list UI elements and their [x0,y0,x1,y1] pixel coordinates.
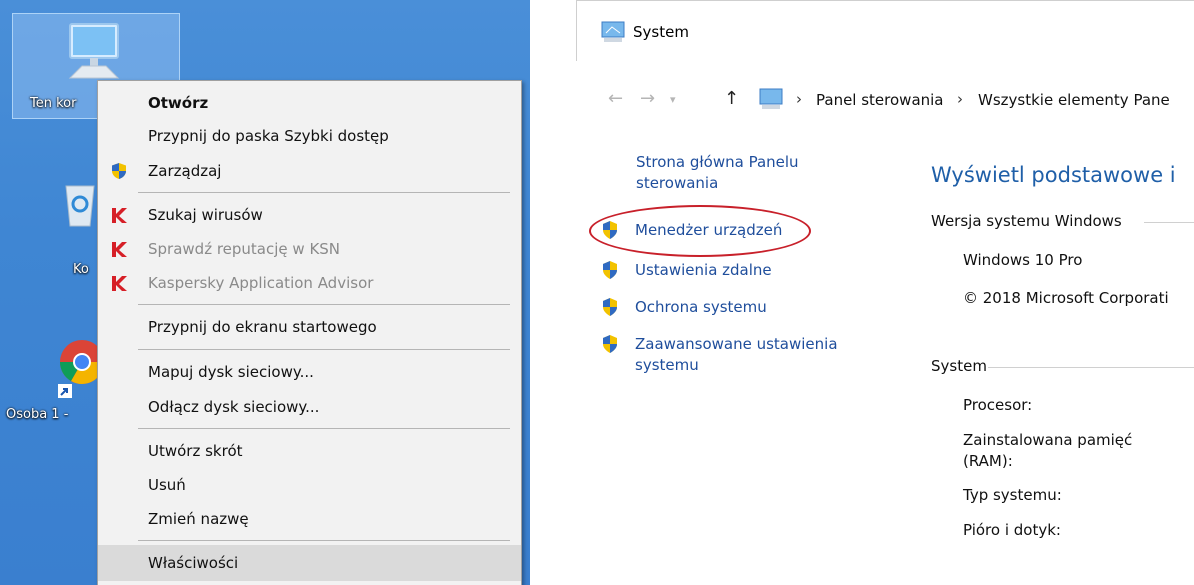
group-label-edition: Wersja systemu Windows [931,212,1122,230]
menu-item-delete[interactable]: Usuń [98,468,521,502]
link-line: Zaawansowane ustawienia [635,335,838,353]
menu-item-label: Mapuj dysk sieciowy... [148,363,314,381]
ram-label-line: (RAM): [963,452,1013,470]
menu-item-map-drive[interactable]: Mapuj dysk sieciowy... [98,355,521,389]
kaspersky-icon [110,206,128,224]
copyright-text: © 2018 Microsoft Corporati [963,289,1169,307]
menu-item-create-shortcut[interactable]: Utwórz skrót [98,434,521,468]
back-icon[interactable]: ← [608,88,623,109]
desktop-icon-label: Ko [73,262,89,277]
uac-shield-icon [601,334,619,354]
ram-label: Zainstalowana pamięć (RAM): [963,430,1132,472]
system-window: System ← → ▾ ↑ › Panel sterowania › Wszy… [576,0,1194,585]
forward-icon[interactable]: → [640,88,655,109]
address-bar: ← → ▾ ↑ › Panel sterowania › Wszystkie e… [576,82,1194,118]
chevron-right-icon: › [796,90,802,108]
pen-touch-label: Pióro i dotyk: [963,521,1061,539]
menu-item-properties[interactable]: Właściwości [98,545,521,581]
shortcut-arrow-icon [58,384,72,398]
sidebar-link-remote-settings[interactable]: Ustawienia zdalne [635,260,772,281]
context-menu: Otwórz Przypnij do paska Szybki dostęp Z… [97,80,522,585]
menu-separator [138,428,510,429]
chevron-down-icon[interactable]: ▾ [670,93,676,106]
link-line: Ustawienia zdalne [635,261,772,279]
menu-item-pin-quick-access[interactable]: Przypnij do paska Szybki dostęp [98,119,521,153]
link-line: systemu [635,356,699,374]
chevron-right-icon: › [957,90,963,108]
uac-shield-icon [110,162,128,180]
breadcrumb-all-items[interactable]: Wszystkie elementy Pane [978,91,1170,109]
link-line: Menedżer urządzeń [635,221,783,239]
ram-label-line: Zainstalowana pamięć [963,431,1133,449]
menu-separator [138,540,510,541]
kaspersky-icon [110,274,128,292]
menu-item-pin-start[interactable]: Przypnij do ekranu startowego [98,310,521,344]
menu-item-label: Usuń [148,476,186,494]
link-line: Strona główna Panelu [636,153,799,171]
desktop-icon-label: Ten kor [30,96,77,111]
menu-item-check-ksn[interactable]: Sprawdź reputację w KSN [98,232,521,266]
sidebar-link-device-manager[interactable]: Menedżer urządzeń [635,220,782,241]
menu-item-label: Przypnij do paska Szybki dostęp [148,127,389,145]
menu-item-label: Sprawdź reputację w KSN [148,240,341,258]
group-divider [1144,222,1194,223]
title-bar: System [576,0,1194,61]
desktop-icon-label: Osoba 1 - [6,407,69,422]
menu-separator [138,304,510,305]
menu-item-label: Szukaj wirusów [148,206,263,224]
processor-label: Procesor: [963,396,1033,414]
sidebar-link-home[interactable]: Strona główna Panelu sterowania [636,152,799,194]
window-title: System [633,23,689,41]
group-divider [988,367,1194,368]
menu-item-label: Odłącz dysk sieciowy... [148,398,320,416]
sidebar-link-system-protection[interactable]: Ochrona systemu [635,297,767,318]
system-type-label: Typ systemu: [963,486,1062,504]
link-line: Ochrona systemu [635,298,767,316]
page-title: Wyświetl podstawowe i [931,163,1176,187]
kaspersky-icon [110,240,128,258]
menu-separator [138,349,510,350]
menu-item-open[interactable]: Otwórz [98,86,521,120]
uac-shield-icon [601,220,619,240]
menu-item-manage[interactable]: Zarządzaj [98,154,521,188]
uac-shield-icon [601,297,619,317]
system-window-icon [601,21,625,43]
menu-item-rename[interactable]: Zmień nazwę [98,502,521,536]
link-line: sterowania [636,174,719,192]
uac-shield-icon [601,260,619,280]
desktop: Ten kor Ko Osoba 1 - Otwórz Przypnij do … [0,0,530,585]
menu-item-disconnect-drive[interactable]: Odłącz dysk sieciowy... [98,390,521,424]
computer-icon[interactable] [62,20,126,84]
up-icon[interactable]: ↑ [724,88,739,109]
sidebar-link-advanced-settings[interactable]: Zaawansowane ustawienia systemu [635,334,838,376]
menu-item-label: Otwórz [148,94,209,112]
breadcrumb-control-panel[interactable]: Panel sterowania [816,91,944,109]
menu-item-scan-viruses[interactable]: Szukaj wirusów [98,198,521,232]
windows-edition: Windows 10 Pro [963,251,1083,269]
menu-item-label: Przypnij do ekranu startowego [148,318,377,336]
menu-item-label: Właściwości [148,554,239,572]
menu-item-kaspersky-advisor[interactable]: Kaspersky Application Advisor [98,266,521,300]
control-panel-icon [759,88,783,110]
menu-item-label: Kaspersky Application Advisor [148,274,374,292]
group-label-system: System [931,357,987,375]
recycle-bin-icon[interactable] [60,178,100,228]
menu-item-label: Zmień nazwę [148,510,249,528]
menu-item-label: Zarządzaj [148,162,222,180]
menu-item-label: Utwórz skrót [148,442,243,460]
menu-separator [138,192,510,193]
